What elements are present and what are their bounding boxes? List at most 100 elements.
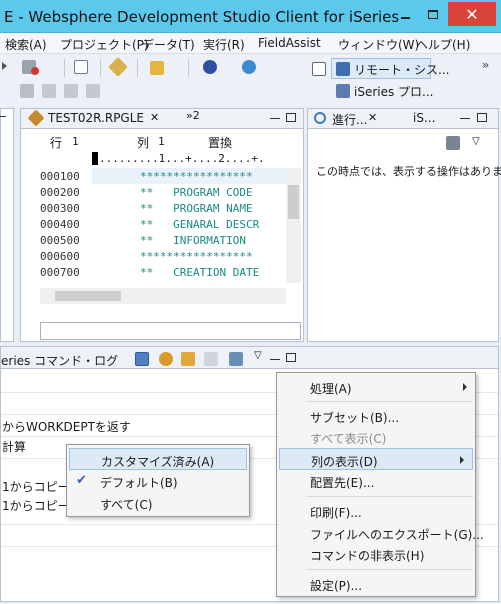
view-menu-icon[interactable]: ▽ — [472, 136, 480, 147]
progress-maximize-icon[interactable] — [477, 113, 487, 122]
left-view-panel — [0, 108, 14, 342]
submenu-item-all[interactable]: すべて(C) — [67, 492, 249, 514]
progress-icon — [314, 112, 326, 124]
replace-mode-label: 置換 — [208, 136, 233, 150]
menu-item-label: 配置先(E)... — [310, 476, 375, 490]
source-line: ** CREATION DATE — [140, 266, 260, 279]
progress-tab-close-icon[interactable]: ✕ — [368, 111, 377, 124]
editor-tab-label[interactable]: TEST02R.RPGLE — [48, 111, 144, 125]
perspective-remote-label[interactable]: リモート・シス... — [354, 61, 449, 78]
menu-item-placement[interactable]: 配置先(E)... — [277, 470, 475, 492]
globe-icon[interactable] — [203, 60, 217, 74]
close-button[interactable]: ✕ — [448, 2, 496, 26]
command-input[interactable] — [40, 322, 301, 340]
command-log-menu-icon[interactable]: ▽ — [254, 350, 262, 361]
folder-icon[interactable] — [150, 61, 164, 75]
world-icon[interactable] — [242, 60, 256, 74]
submenu-item-customized[interactable]: カスタマイズ済み(A) — [69, 448, 247, 470]
menu-window[interactable]: ウィンドウ(W) — [338, 36, 419, 53]
menu-item-label: 設定(P)... — [310, 579, 363, 593]
log-row[interactable]: からWORKDEPTを返す — [2, 418, 131, 435]
iseries-icon — [336, 84, 350, 98]
command-log-tab-label[interactable]: eries コマンド・ログ — [1, 352, 118, 369]
menu-search[interactable]: 検索(A) — [5, 36, 47, 53]
progress-minimize-icon[interactable] — [460, 118, 470, 119]
seq-number: 000600 — [40, 250, 80, 263]
menu-item-label: 列の表示(D) — [311, 455, 378, 469]
minimize-icon — [400, 16, 410, 19]
menu-separator — [307, 496, 473, 497]
editor-minimize-icon[interactable] — [270, 118, 280, 119]
iseries-tab-label[interactable]: iS... — [413, 111, 435, 125]
menu-item-label: ファイルへのエクスポート(G)... — [310, 528, 484, 542]
tab-overflow[interactable]: »2 — [186, 109, 200, 122]
submenu-arrow-icon — [463, 383, 467, 391]
menu-item-export-file[interactable]: ファイルへのエクスポート(G)... — [277, 522, 484, 544]
menu-item-label: サブセット(B)... — [310, 411, 400, 425]
column-value: 1 — [158, 135, 165, 148]
submenu-arrow-icon — [460, 456, 464, 464]
submenu-item-default[interactable]: ✔ デフォルト(B) — [67, 470, 249, 492]
seq-number: 000700 — [40, 266, 80, 279]
editor-maximize-icon[interactable] — [286, 113, 296, 122]
open-perspective-icon[interactable] — [312, 62, 326, 76]
submenu-item-label: デフォルト(B) — [100, 476, 178, 490]
dropdown-arrow-icon[interactable] — [2, 62, 10, 70]
remote-systems-icon — [336, 62, 350, 76]
perspective-iseries-label[interactable]: iSeries プロ... — [354, 83, 434, 100]
menu-run[interactable]: 実行(R) — [203, 36, 245, 53]
minimize-button[interactable] — [392, 2, 418, 26]
menu-project[interactable]: プロジェクト(P) — [60, 36, 149, 53]
command-log-minimize-icon[interactable] — [270, 359, 280, 360]
maximize-button[interactable] — [420, 2, 446, 26]
menu-item-process[interactable]: 処理(A) — [277, 376, 475, 398]
menu-item-print[interactable]: 印刷(F)... — [277, 500, 475, 522]
log-row[interactable]: 計算 — [2, 438, 26, 455]
filter-icon[interactable] — [135, 352, 149, 366]
menu-item-show-columns[interactable]: 列の表示(D) — [279, 448, 473, 470]
menu-item-hide-command[interactable]: コマンドの非表示(H) — [277, 543, 475, 565]
tab-close-icon[interactable]: ✕ — [150, 111, 159, 124]
save-log-icon[interactable] — [229, 352, 243, 366]
menu-item-settings[interactable]: 設定(P)... — [277, 573, 475, 595]
source-line: ** INFORMATION — [140, 234, 246, 247]
more-perspectives-icon[interactable]: » — [482, 58, 489, 72]
binary-icon[interactable] — [86, 84, 100, 98]
menu-data[interactable]: データ(T) — [142, 36, 195, 53]
nav-icon[interactable] — [20, 84, 34, 98]
menu-help[interactable]: ヘルプ(H) — [416, 36, 470, 53]
prev-icon[interactable] — [42, 84, 56, 98]
source-line: ** PROGRAM NAME — [140, 202, 253, 215]
submenu-item-label: カスタマイズ済み(A) — [101, 455, 215, 469]
seq-number: 000400 — [40, 218, 80, 231]
window-title: E - Websphere Development Studio Client … — [4, 8, 400, 26]
progress-view-panel — [307, 108, 499, 342]
progress-tab-label[interactable]: 進行... — [332, 111, 367, 128]
toolbar-separator — [137, 59, 138, 77]
maximize-icon — [428, 9, 438, 19]
left-minimize-icon[interactable] — [0, 116, 6, 117]
editor-vertical-scroll-thumb[interactable] — [288, 185, 299, 219]
column-label: 列 — [137, 136, 150, 150]
edit-icon[interactable] — [64, 84, 78, 98]
stop-icon — [31, 67, 39, 75]
menu-item-subset[interactable]: サブセット(B)... — [277, 405, 475, 427]
toolbar-separator — [188, 59, 189, 77]
cursor-marker — [92, 152, 98, 165]
no-operations-message: この時点では、表示する操作はありま — [316, 165, 501, 178]
remove-all-icon[interactable] — [446, 136, 460, 150]
editor-horizontal-scroll-thumb[interactable] — [55, 291, 121, 301]
menu-fieldassist[interactable]: FieldAssist — [258, 36, 321, 50]
sync-icon[interactable] — [159, 352, 173, 366]
menu-item-label: コマンドの非表示(H) — [310, 549, 425, 563]
menu-item-show-all: すべて表示(C) — [277, 426, 475, 448]
document-icon[interactable] — [74, 60, 88, 74]
forward-arrow-icon[interactable] — [204, 352, 218, 366]
menu-item-label: すべて表示(C) — [310, 432, 387, 446]
seq-number: 000100 — [40, 170, 80, 183]
row-label: 行 — [50, 136, 63, 150]
back-arrow-icon[interactable] — [181, 352, 195, 366]
command-log-maximize-icon[interactable] — [286, 353, 296, 362]
source-line: ***************** — [140, 250, 253, 263]
toolbar-separator — [64, 59, 65, 77]
